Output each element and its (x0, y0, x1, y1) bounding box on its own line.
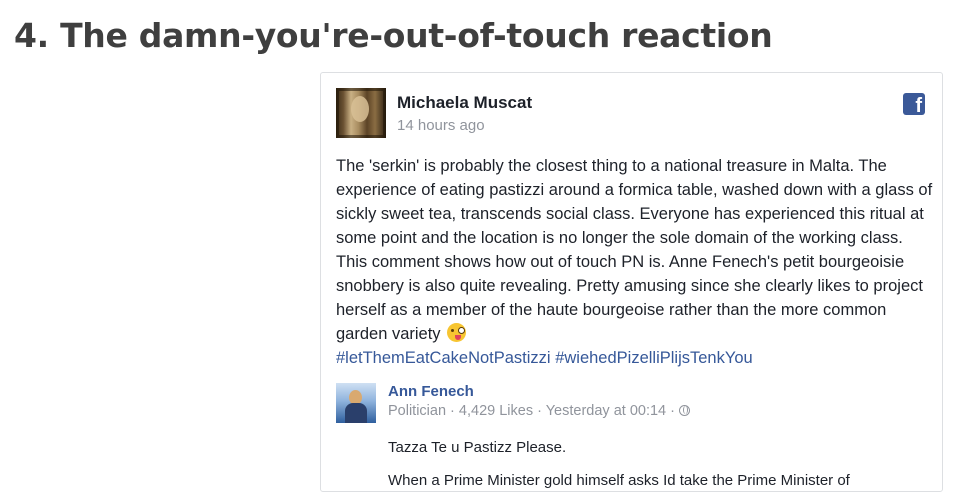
meta-separator: · (533, 403, 546, 419)
winking-tongue-emoji-icon (447, 323, 467, 342)
shared-author-avatar[interactable] (336, 383, 376, 423)
facebook-icon[interactable]: f (903, 93, 925, 115)
meta-separator: · (666, 403, 679, 419)
hashtag-link[interactable]: #letThemEatCakeNotPastizzi (336, 349, 551, 367)
shared-category: Politician (388, 403, 447, 419)
post-body-text: The 'serkin' is probably the closest thi… (336, 157, 933, 343)
shared-likes[interactable]: 4,429 Likes (459, 403, 533, 419)
article-heading: 4. The damn-you're-out-of-touch reaction (14, 16, 773, 55)
post-author-name[interactable]: Michaela Muscat (397, 93, 532, 113)
globe-icon (679, 405, 690, 416)
author-avatar[interactable] (336, 88, 386, 138)
shared-post-text: Tazza Te u Pastizz Please. (388, 439, 567, 456)
facebook-post-embed: Michaela Muscat 14 hours ago f The 'serk… (320, 72, 943, 492)
shared-author-name[interactable]: Ann Fenech (388, 383, 474, 400)
shared-time[interactable]: Yesterday at 00:14 (546, 403, 666, 419)
shared-post-meta: Politician · 4,429 Likes · Yesterday at … (388, 403, 690, 419)
hashtag-link[interactable]: #wiehedPizelliPlijsTenkYou (555, 349, 753, 367)
post-timestamp[interactable]: 14 hours ago (397, 117, 485, 134)
post-body: The 'serkin' is probably the closest thi… (336, 154, 933, 370)
shared-post-text-continued: When a Prime Minister gold himself asks … (388, 472, 850, 489)
meta-separator: · (446, 403, 459, 419)
